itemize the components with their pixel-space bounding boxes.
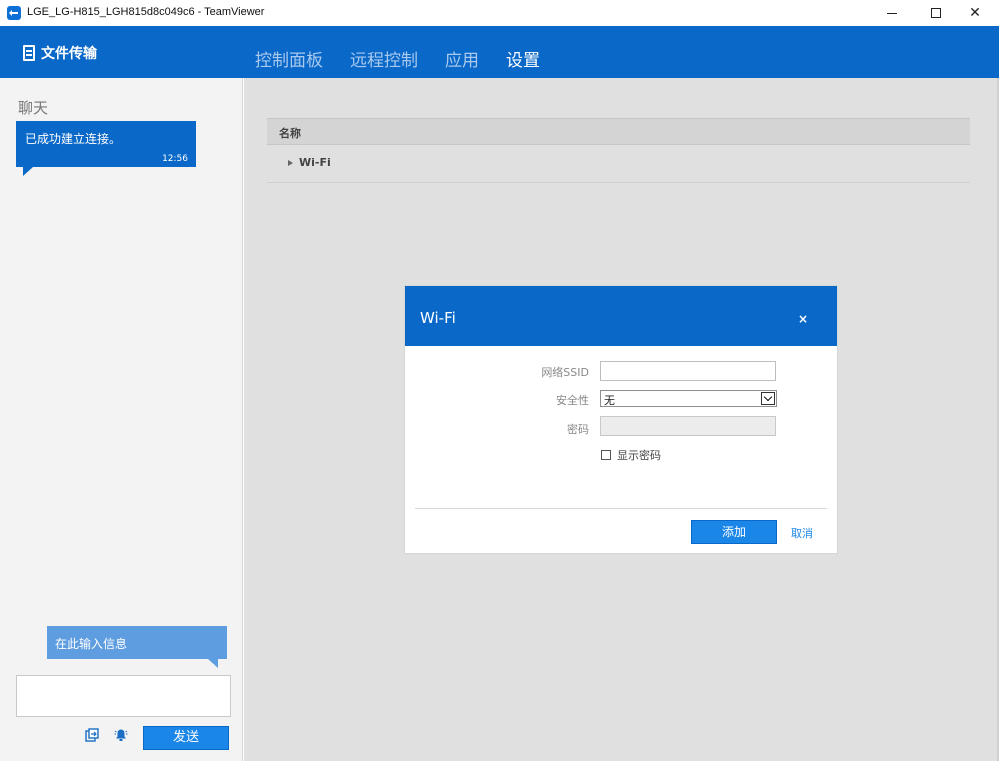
chat-message-text: 已成功建立连接。 <box>25 132 122 146</box>
tab-remote-control[interactable]: 远程控制 <box>350 46 418 71</box>
ssid-input[interactable] <box>600 361 776 381</box>
tab-dashboard[interactable]: 控制面板 <box>255 46 323 71</box>
security-label: 安全性 <box>556 394 589 407</box>
show-password-label: 显示密码 <box>617 449 661 462</box>
chat-panel: 聊天 已成功建立连接。 12:56 在此输入信息 发送 <box>0 78 243 761</box>
wifi-dialog-title: Wi-Fi <box>420 309 456 327</box>
dialog-close-icon[interactable]: × <box>798 312 808 326</box>
tab-settings[interactable]: 设置 <box>506 46 540 71</box>
settings-row-label: Wi-Fi <box>299 156 331 169</box>
close-icon: ✕ <box>969 5 981 21</box>
send-button[interactable]: 发送 <box>143 726 229 750</box>
chat-message-time: 12:56 <box>162 154 188 164</box>
send-file-icon[interactable] <box>85 728 99 742</box>
window-title: LGE_LG-H815_LGH815d8c049c6 - TeamViewer <box>27 6 265 18</box>
maximize-icon <box>931 8 941 18</box>
file-transfer-label: 文件传输 <box>41 46 97 62</box>
expand-arrow-icon[interactable] <box>288 160 293 166</box>
chevron-down-icon[interactable] <box>761 392 775 405</box>
wifi-dialog: Wi-Fi × 网络SSID 安全性 无 密码 显示密码 添加 取消 <box>405 286 837 553</box>
teamviewer-logo-icon <box>7 6 21 20</box>
tab-apps[interactable]: 应用 <box>445 46 479 71</box>
main-nav: 控制面板 远程控制 应用 设置 <box>255 46 567 71</box>
settings-row-wifi[interactable]: Wi-Fi <box>267 146 970 183</box>
window-titlebar: LGE_LG-H815_LGH815d8c049c6 - TeamViewer … <box>0 0 999 26</box>
settings-table-header: 名称 <box>267 118 970 145</box>
password-label: 密码 <box>567 423 589 436</box>
security-select[interactable]: 无 <box>600 390 777 407</box>
show-password-checkbox[interactable] <box>601 450 611 460</box>
app-header: 文件传输 控制面板 远程控制 应用 设置 <box>0 26 999 78</box>
chat-title: 聊天 <box>18 99 49 117</box>
wifi-dialog-header: Wi-Fi × <box>405 286 837 346</box>
minimize-button[interactable] <box>872 0 912 26</box>
cancel-button[interactable]: 取消 <box>791 525 813 541</box>
chat-hint-tail <box>208 659 218 668</box>
chat-input-hint-text: 在此输入信息 <box>55 637 128 651</box>
maximize-button[interactable] <box>916 0 956 26</box>
file-transfer-icon <box>23 45 35 61</box>
add-button[interactable]: 添加 <box>691 520 777 544</box>
show-password-toggle[interactable]: 显示密码 <box>601 447 661 463</box>
close-window-button[interactable]: ✕ <box>955 0 995 26</box>
ssid-label: 网络SSID <box>541 366 589 379</box>
chat-message-bubble: 已成功建立连接。 12:56 <box>16 121 196 167</box>
bell-icon[interactable] <box>114 728 128 742</box>
chat-message-input[interactable] <box>16 675 231 717</box>
chat-input-hint: 在此输入信息 <box>47 626 227 659</box>
password-input[interactable] <box>600 416 776 436</box>
dialog-divider <box>415 508 827 509</box>
security-select-value: 无 <box>604 394 615 407</box>
column-name-header: 名称 <box>279 127 301 140</box>
chat-bubble-tail <box>23 167 33 176</box>
minimize-icon <box>887 12 897 14</box>
file-transfer-button[interactable]: 文件传输 <box>23 43 97 63</box>
